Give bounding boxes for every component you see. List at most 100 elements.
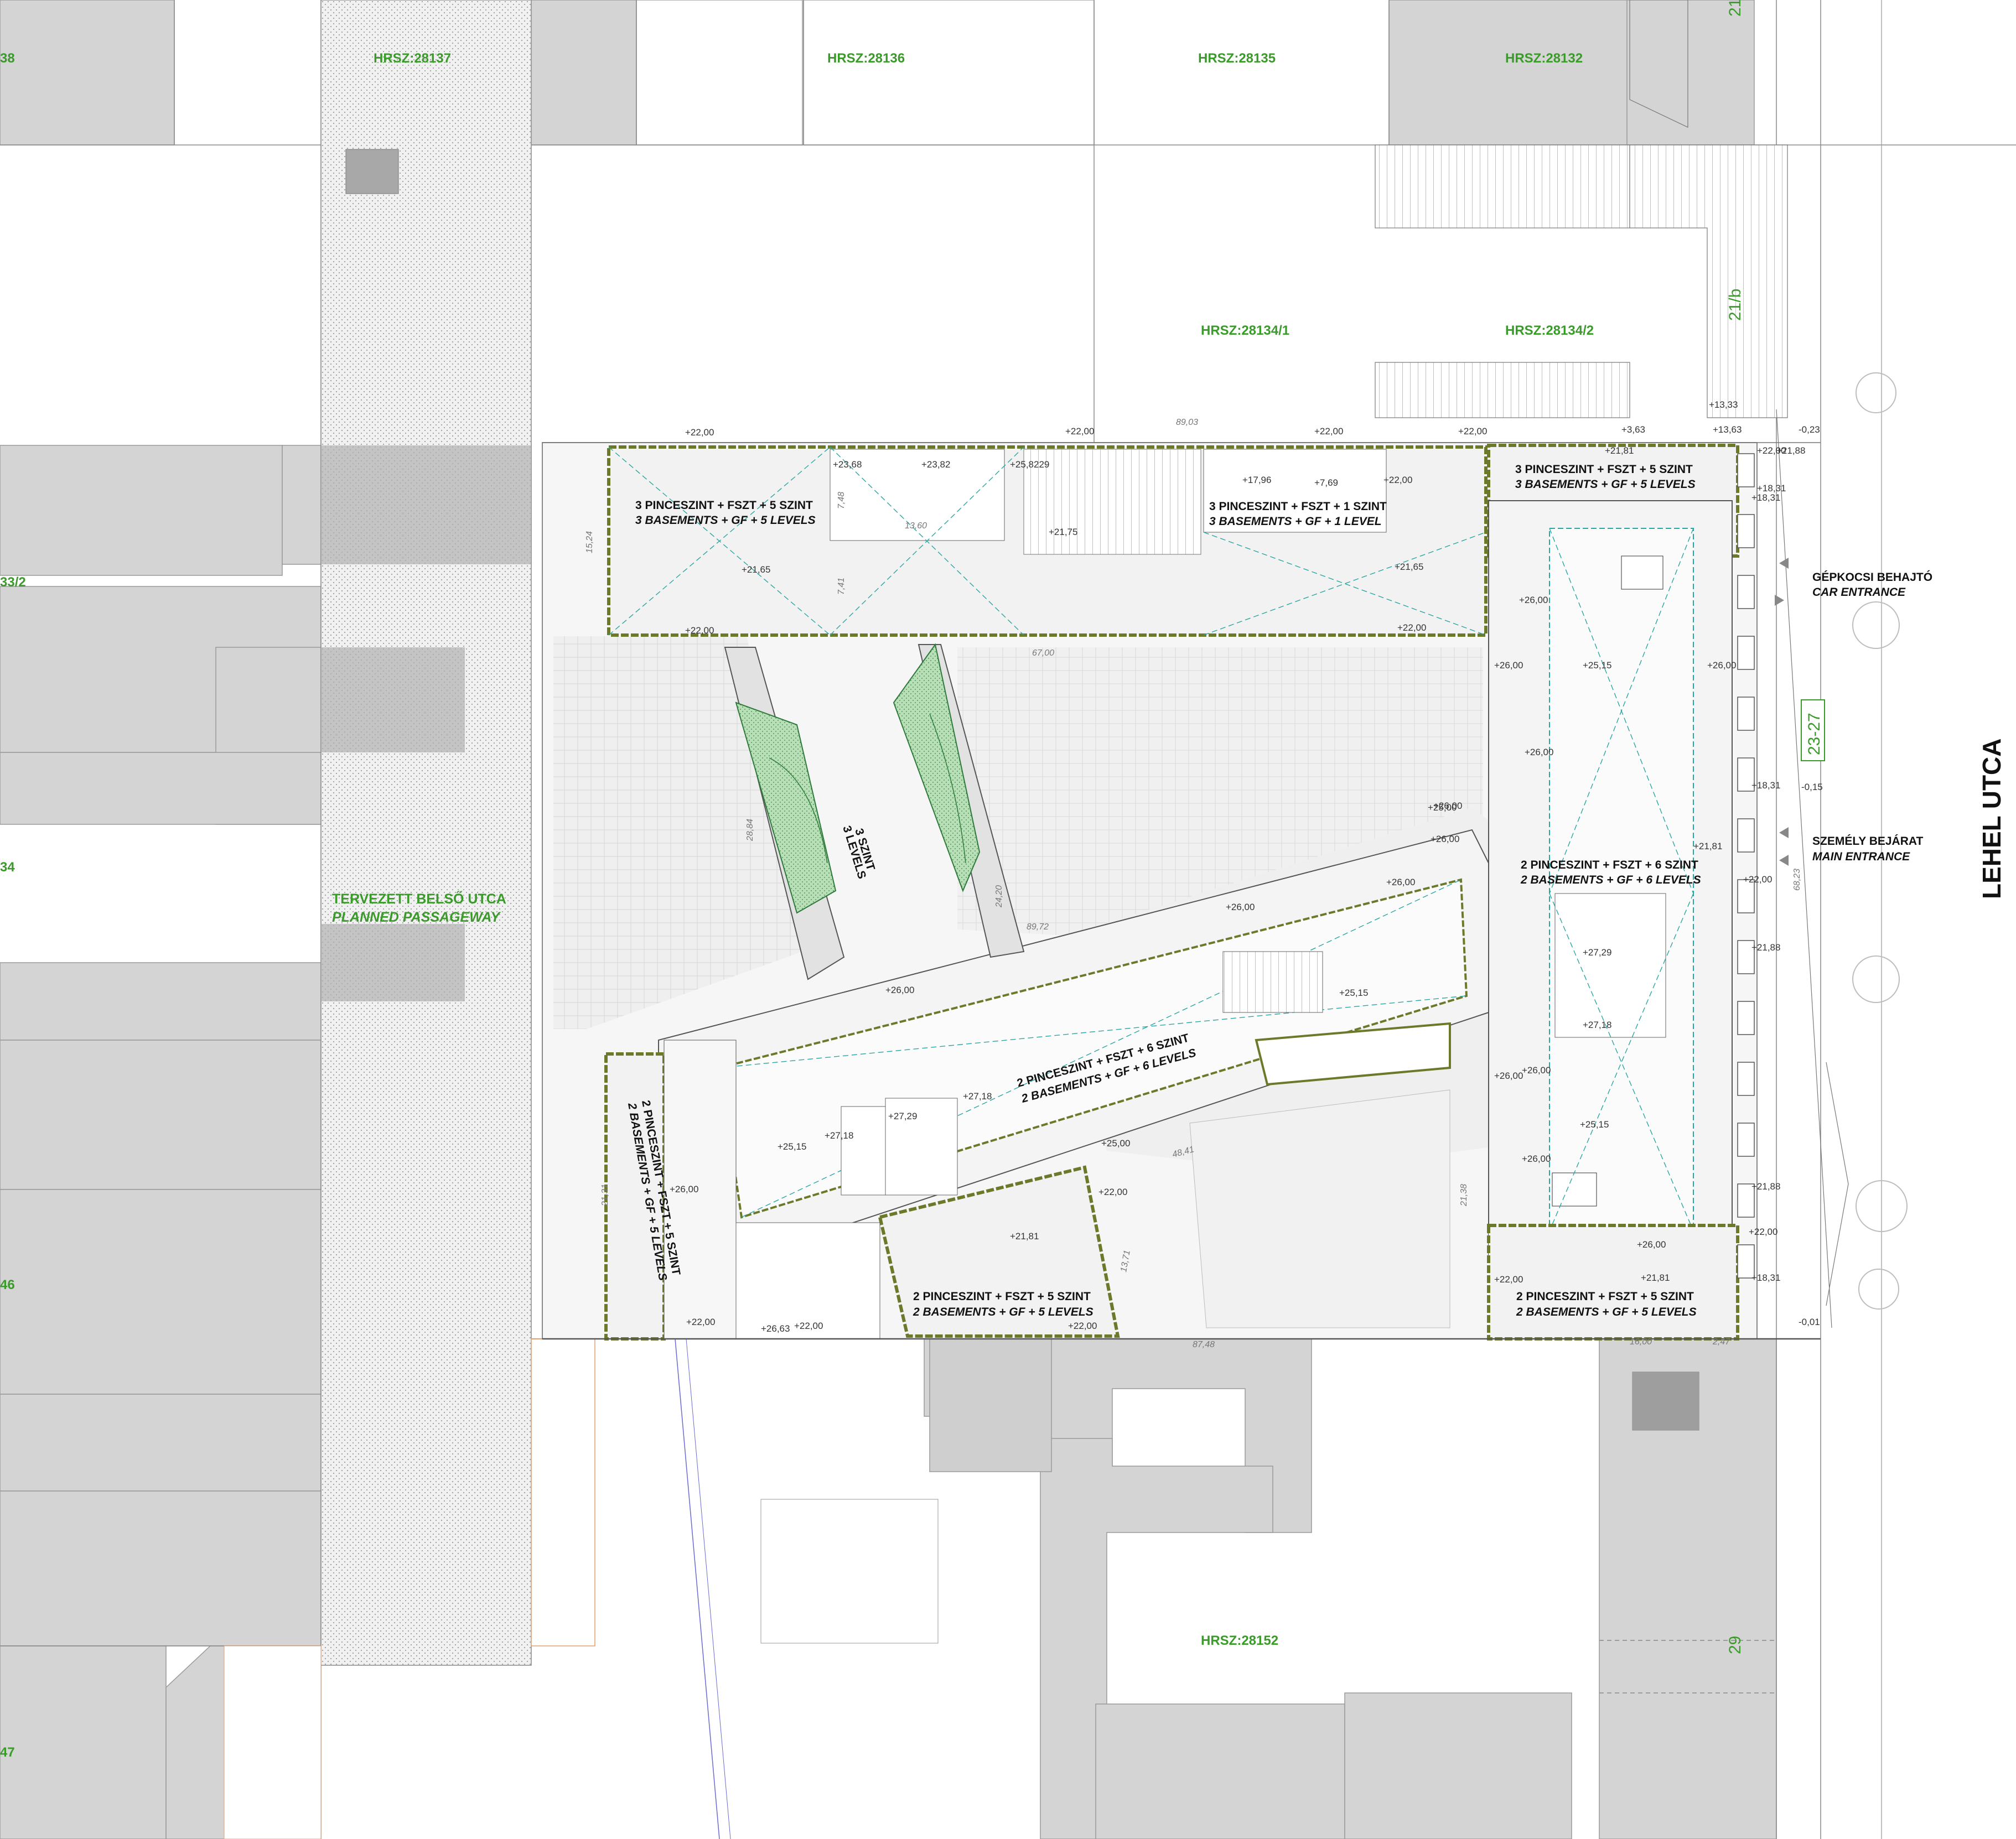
elevation-label: +21,81	[1693, 841, 1722, 851]
elevation-label: -0,15	[1801, 782, 1823, 792]
elevation-label: +25,15	[778, 1141, 806, 1152]
building-label-east-en: 2 BASEMENTS + GF + 6 LEVELS	[1520, 874, 1701, 886]
passageway-label-hu: TERVEZETT BELSŐ UTCA	[332, 891, 506, 907]
elevation-label: +17,96	[1242, 475, 1271, 485]
plot-label-28135: HRSZ:28135	[1198, 51, 1276, 66]
elevation-label: +26,00	[1707, 660, 1736, 671]
elevation-label: +26,00	[885, 985, 914, 995]
elevation-label: +27,18	[1583, 1020, 1611, 1030]
street-lehel-utca-area	[1776, 0, 1882, 1839]
elevation-label: +21,81	[1641, 1272, 1670, 1283]
planned-passageway-area	[320, 0, 532, 1666]
elevation-label: +26,00	[1431, 834, 1459, 844]
elevation-label: +26,00	[1386, 877, 1415, 887]
elevation-label: +21,81	[1010, 1231, 1039, 1241]
edge-plot-46: 46	[0, 1277, 15, 1292]
elevation-label: +25,15	[1580, 1119, 1609, 1130]
house-number-23-27-box: 23-27	[1801, 699, 1825, 761]
house-number-23-27: 23-27	[1805, 713, 1823, 755]
building-label-nw-hu: 3 PINCESZINT + FSZT + 5 SZINT	[635, 499, 813, 512]
plot-label-28132: HRSZ:28132	[1505, 51, 1583, 66]
plot-label-28134-2: HRSZ:28134/2	[1505, 323, 1594, 338]
elevation-label: +3,63	[1621, 424, 1645, 435]
dimension-label: 67,00	[1032, 648, 1054, 658]
dimension-label: 16,00	[1630, 1337, 1652, 1347]
dimension-label: 15,24	[585, 531, 594, 553]
elevation-label: +18,31	[1751, 1272, 1780, 1283]
house-number-21: 21	[1726, 0, 1744, 17]
plot-label-28136: HRSZ:28136	[827, 51, 905, 66]
elevation-label: +27,29	[888, 1111, 917, 1121]
elevation-label: +13,33	[1709, 399, 1738, 410]
elevation-label: +27,18	[963, 1091, 992, 1102]
elevation-label: -0,01	[1799, 1317, 1820, 1327]
elevation-label: +22,00	[1749, 1227, 1777, 1237]
building-label-south-hu: 2 PINCESZINT + FSZT + 5 SZINT	[913, 1290, 1091, 1303]
building-label-nmid-hu: 3 PINCESZINT + FSZT + 1 SZINT	[1209, 500, 1387, 513]
building-label-nmid-en: 3 BASEMENTS + GF + 1 LEVEL	[1209, 515, 1382, 528]
elevation-label: +22,00	[794, 1321, 823, 1331]
elevation-label: +22,00	[686, 1317, 715, 1327]
house-number-29: 29	[1726, 1636, 1744, 1654]
building-label-ne-en: 3 BASEMENTS + GF + 5 LEVELS	[1515, 478, 1696, 491]
plot-label-28134-1: HRSZ:28134/1	[1201, 323, 1289, 338]
elevation-label: +21,65	[1395, 562, 1423, 572]
elevation-label: +22,00	[685, 427, 714, 438]
car-entrance-label-en: CAR ENTRANCE	[1812, 586, 1906, 599]
elevation-label: +22,00	[1383, 475, 1412, 485]
elevation-label: +26,00	[1522, 1065, 1551, 1076]
elevation-label: +21,65	[742, 564, 770, 575]
building-label-nw-en: 3 BASEMENTS + GF + 5 LEVELS	[635, 514, 816, 527]
elevation-label: +21,81	[1605, 445, 1634, 456]
elevation-label: +21,75	[1049, 527, 1077, 537]
elevation-label: +23,82	[921, 459, 950, 470]
edge-plot-47: 47	[0, 1745, 15, 1760]
elevation-label: +22,00	[1068, 1321, 1097, 1331]
elevation-label: +21,88	[1751, 1181, 1780, 1192]
elevation-label: +25,00	[1101, 1138, 1130, 1149]
car-entrance-label-hu: GÉPKOCSI BEHAJTÓ	[1812, 570, 1932, 584]
dimension-label: 7,48	[837, 492, 846, 509]
plot-label-28137: HRSZ:28137	[374, 51, 451, 66]
elevation-label: +25,8229	[1010, 459, 1049, 470]
street-name: LEHEL UTCA	[1977, 739, 2006, 900]
elevation-label: +26,00	[670, 1184, 698, 1194]
elevation-label: +22,00	[1458, 426, 1487, 437]
elevation-label: +25,15	[1339, 988, 1368, 998]
elevation-label: +26,00	[1494, 1071, 1523, 1081]
elevation-label: +26,00	[1525, 747, 1553, 757]
dimension-label: 89,72	[1027, 922, 1049, 932]
plot-label-28152: HRSZ:28152	[1201, 1633, 1278, 1648]
building-label-ne-hu: 3 PINCESZINT + FSZT + 5 SZINT	[1515, 463, 1693, 476]
elevation-label: +25,15	[1583, 660, 1611, 671]
elevation-label: +23,68	[833, 459, 862, 470]
edge-plot-33-2: 33/2	[0, 575, 26, 590]
elevation-label: +26,00	[1522, 1154, 1551, 1164]
elevation-label: +18,31	[1751, 780, 1780, 791]
elevation-label: +22,00	[1065, 426, 1094, 437]
dimension-label: 68,23	[1792, 869, 1802, 891]
elevation-label: +13,63	[1713, 424, 1742, 435]
elevation-label: +26,00	[1637, 1239, 1666, 1250]
elevation-label: +26,00	[1226, 902, 1255, 912]
dimension-label: 2,47	[1712, 1337, 1730, 1347]
dimension-label: 21,31	[600, 1184, 610, 1207]
edge-plot-34: 34	[0, 860, 15, 875]
elevation-label: +26,00	[1494, 660, 1523, 671]
building-label-south-en: 2 BASEMENTS + GF + 5 LEVELS	[913, 1306, 1093, 1318]
elevation-label: +7,69	[1314, 477, 1338, 488]
building-label-se-en: 2 BASEMENTS + GF + 5 LEVELS	[1516, 1306, 1697, 1318]
elevation-label: +18,31	[1751, 492, 1780, 503]
elevation-label: +25,00	[1428, 802, 1457, 813]
elevation-label: +22,00	[1098, 1187, 1127, 1197]
elevation-label: +26,00	[1519, 595, 1548, 605]
elevation-label: +22,00	[1314, 426, 1343, 437]
building-label-east-hu: 2 PINCESZINT + FSZT + 6 SZINT	[1521, 859, 1698, 871]
main-entrance-label-hu: SZEMÉLY BEJÁRAT	[1812, 835, 1923, 848]
elevation-label: +22,00	[1743, 874, 1772, 885]
building-east	[1487, 444, 1755, 1341]
elevation-label: -0,23	[1799, 424, 1820, 435]
elevation-label: +21,88	[1776, 445, 1805, 456]
house-number-21b: 21/b	[1726, 289, 1744, 321]
site-plan: HRSZ:28137 HRSZ:28136 HRSZ:28135 HRSZ:28…	[0, 0, 2016, 1839]
